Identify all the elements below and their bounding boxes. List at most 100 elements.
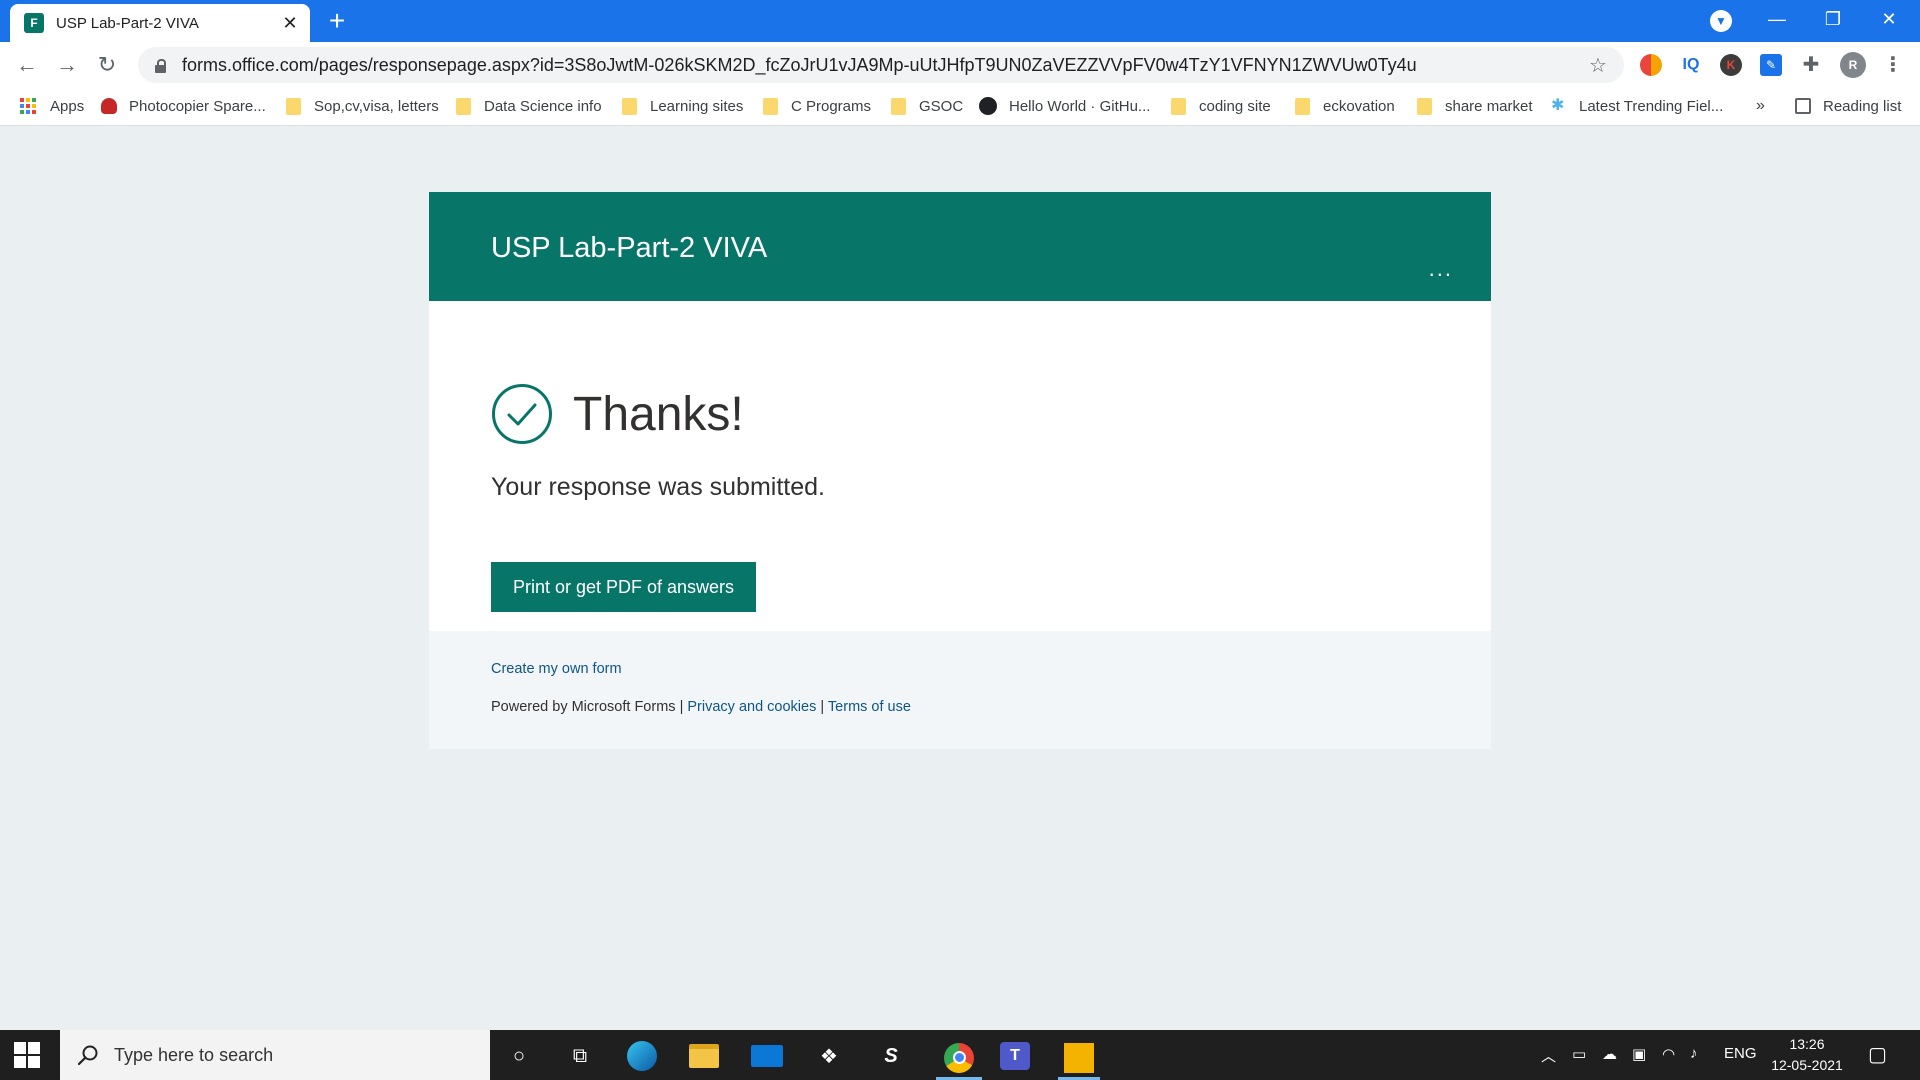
forward-arrow-icon[interactable]: →	[52, 50, 82, 80]
close-window-button[interactable]: ✕	[1866, 4, 1912, 34]
folder-icon	[763, 97, 778, 115]
github-icon	[979, 97, 997, 115]
windows-start-icon[interactable]	[14, 1042, 40, 1068]
print-pdf-button[interactable]: Print or get PDF of answers	[491, 562, 756, 612]
browser-tab[interactable]: F USP Lab-Part-2 VIVA ✕	[10, 4, 310, 42]
cortana-icon[interactable]: ○	[501, 1038, 537, 1074]
taskbar-search-box[interactable]: Type here to search	[60, 1030, 490, 1080]
bookmarks-overflow-button[interactable]: »	[1756, 88, 1765, 124]
extension-edit-icon[interactable]: ✎	[1760, 54, 1782, 76]
taskbar-clock[interactable]: 13:26 12-05-2021	[1762, 1034, 1852, 1076]
bookmark-item[interactable]: coding site	[1171, 88, 1271, 124]
teams-icon[interactable]: T	[997, 1038, 1033, 1074]
bookmarks-bar: Apps Photocopier Spare... Sop,cv,visa, l…	[0, 88, 1920, 126]
terms-link[interactable]: Terms of use	[828, 699, 911, 715]
extension-iq-icon[interactable]: IQ	[1680, 54, 1702, 76]
extensions-puzzle-icon[interactable]: ✚	[1800, 54, 1822, 76]
restore-button[interactable]: ❐	[1810, 4, 1856, 34]
browser-tab-strip: F USP Lab-Part-2 VIVA ✕ + ▼ — ❐ ✕	[0, 0, 1920, 42]
form-header: USP Lab-Part-2 VIVA ...	[429, 192, 1491, 301]
bookmark-label: Hello World · GitHu...	[1009, 97, 1151, 115]
volume-icon[interactable]: ♪	[1690, 1045, 1698, 1062]
bookmark-item[interactable]: ✱ Latest Trending Fiel...	[1551, 88, 1723, 124]
folder-icon	[891, 97, 906, 115]
taskbar-search-placeholder: Type here to search	[114, 1044, 274, 1065]
bookmark-item[interactable]: Learning sites	[622, 88, 743, 124]
task-view-icon[interactable]: ⧉	[562, 1038, 598, 1074]
language-indicator[interactable]: ENG	[1724, 1045, 1757, 1062]
bookmark-star-icon[interactable]: ☆	[1586, 53, 1610, 78]
show-hidden-icons-icon[interactable]: ︿	[1541, 1045, 1556, 1066]
sparkle-icon: ✱	[1551, 97, 1565, 114]
forms-favicon-icon: F	[24, 13, 44, 33]
sublime-icon[interactable]: S	[873, 1038, 909, 1074]
bookmark-label: Latest Trending Fiel...	[1579, 97, 1724, 115]
mail-icon[interactable]	[749, 1038, 785, 1074]
form-card: USP Lab-Part-2 VIVA ... Thanks! Your res…	[429, 192, 1491, 765]
file-explorer-icon[interactable]	[686, 1038, 722, 1074]
form-title: USP Lab-Part-2 VIVA	[491, 232, 768, 264]
notifications-icon[interactable]: ▢	[1868, 1042, 1887, 1067]
lock-icon[interactable]	[152, 57, 168, 73]
folder-icon	[456, 97, 471, 115]
back-arrow-icon[interactable]: ←	[12, 50, 42, 80]
bookmark-item[interactable]: Hello World · GitHu...	[979, 88, 1150, 124]
folder-icon	[286, 97, 301, 115]
reading-list-icon	[1795, 98, 1811, 114]
windows-taskbar: Type here to search ○ ⧉ ❖ S T ︿ ▭ ☁ ▣ ◠ …	[0, 1030, 1920, 1080]
reload-icon[interactable]: ↻	[92, 50, 122, 80]
more-options-icon[interactable]: ...	[1429, 258, 1453, 280]
chrome-icon[interactable]	[936, 1038, 982, 1080]
bookmark-label: GSOC	[919, 97, 964, 115]
form-body: Thanks! Your response was submitted. Pri…	[429, 301, 1491, 631]
bookmark-label: C Programs	[791, 97, 872, 115]
profile-avatar[interactable]: R	[1840, 52, 1866, 78]
bookmark-label: Apps	[50, 97, 85, 115]
onedrive-icon[interactable]: ☁	[1602, 1045, 1617, 1063]
address-bar[interactable]: forms.office.com/pages/responsepage.aspx…	[138, 47, 1624, 83]
thanks-heading: Thanks!	[573, 388, 744, 441]
create-form-link[interactable]: Create my own form	[491, 661, 622, 677]
bookmark-item[interactable]: share market	[1417, 88, 1533, 124]
bookmark-label: Data Science info	[484, 97, 602, 115]
extension-k-icon[interactable]: K	[1720, 54, 1742, 76]
footer-separator: |	[679, 699, 684, 715]
browser-menu-icon[interactable]: ⋮	[1882, 54, 1904, 76]
bookmark-apps[interactable]: Apps	[20, 88, 84, 124]
bookmark-item[interactable]: Data Science info	[456, 88, 602, 124]
privacy-link[interactable]: Privacy and cookies	[687, 699, 816, 715]
footer-legal: Powered by Microsoft Forms | Privacy and…	[491, 699, 911, 715]
edge-icon[interactable]	[624, 1038, 660, 1074]
minimize-button[interactable]: —	[1754, 4, 1800, 34]
bookmark-label: Sop,cv,visa, letters	[314, 97, 439, 115]
display-icon[interactable]: ▣	[1632, 1045, 1646, 1063]
search-icon	[77, 1045, 98, 1066]
reading-list-button[interactable]: Reading list	[1795, 88, 1901, 124]
form-footer: Create my own form Powered by Microsoft …	[429, 631, 1491, 749]
close-tab-icon[interactable]: ✕	[280, 13, 300, 33]
bookmark-item[interactable]: Photocopier Spare...	[101, 88, 266, 124]
battery-icon[interactable]: ▭	[1572, 1045, 1586, 1063]
wifi-icon[interactable]: ◠	[1662, 1045, 1675, 1063]
footer-separator: |	[820, 699, 825, 715]
bookmark-label: Learning sites	[650, 97, 744, 115]
folder-icon	[1295, 97, 1310, 115]
bookmark-label: Photocopier Spare...	[129, 97, 266, 115]
app-icon[interactable]	[1058, 1038, 1100, 1080]
new-tab-button[interactable]: +	[322, 7, 352, 37]
url-text[interactable]: forms.office.com/pages/responsepage.aspx…	[182, 55, 1586, 76]
reading-list-label: Reading list	[1823, 97, 1902, 115]
clock-date: 12-05-2021	[1771, 1057, 1843, 1073]
tab-search-icon[interactable]: ▼	[1710, 10, 1732, 32]
checkmark-circle-icon	[492, 384, 552, 444]
photocopier-icon	[101, 98, 117, 114]
folder-icon	[1171, 97, 1186, 115]
submitted-message: Your response was submitted.	[491, 473, 825, 501]
bookmark-item[interactable]: C Programs	[763, 88, 871, 124]
bookmark-item[interactable]: Sop,cv,visa, letters	[286, 88, 439, 124]
dropbox-icon[interactable]: ❖	[811, 1038, 847, 1074]
bookmark-item[interactable]: eckovation	[1295, 88, 1395, 124]
extension-orange-icon[interactable]	[1640, 54, 1662, 76]
folder-icon	[1417, 97, 1432, 115]
bookmark-item[interactable]: GSOC	[891, 88, 963, 124]
